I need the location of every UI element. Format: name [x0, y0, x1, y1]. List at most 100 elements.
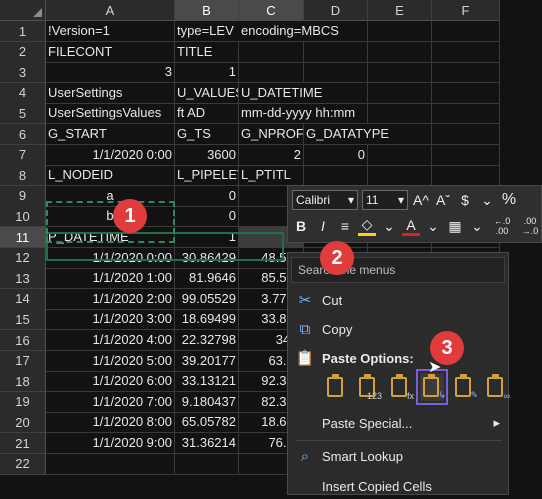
cell-b13[interactable]: 81.9646 [175, 268, 239, 290]
cell-a21[interactable]: 1/1/2020 9:00 [46, 433, 175, 455]
row-header[interactable]: 1 [0, 21, 46, 43]
cell-a14[interactable]: 1/1/2020 2:00 [46, 288, 175, 310]
cell-c5[interactable]: mm-dd-yyyy hh:mm [239, 103, 355, 125]
cell-b16[interactable]: 22.32798 [175, 330, 239, 352]
row-header[interactable]: 13 [0, 268, 46, 290]
row-header[interactable]: 15 [0, 309, 46, 331]
cell-f8[interactable] [432, 165, 500, 187]
column-header-a[interactable]: A [46, 0, 175, 21]
row-header[interactable]: 20 [0, 412, 46, 434]
cell-b14[interactable]: 99.05529 [175, 288, 239, 310]
percent-button[interactable]: % [500, 191, 518, 209]
cell-a4[interactable]: UserSettings [46, 82, 175, 104]
cell-d8[interactable] [304, 165, 368, 187]
paste-formulas-icon[interactable]: fx [388, 373, 414, 401]
cell-c4[interactable]: U_DATETIME [239, 83, 322, 104]
cell-a16[interactable]: 1/1/2020 4:00 [46, 330, 175, 352]
cell-a8[interactable]: L_NODEID [46, 165, 175, 187]
row-header[interactable]: 11 [0, 227, 46, 249]
cell-b18[interactable]: 33.13121 [175, 371, 239, 393]
cell-c8[interactable]: L_PTITL [239, 165, 304, 187]
cell-b10[interactable]: 0 [175, 206, 239, 228]
cell-b6[interactable]: G_TS [175, 124, 239, 146]
cell-a6[interactable]: G_START [46, 124, 175, 146]
cell-f6[interactable] [432, 124, 500, 146]
row-header[interactable]: 14 [0, 288, 46, 310]
font-color-button[interactable]: A [402, 217, 420, 236]
cell-a9[interactable]: a [46, 185, 175, 207]
row-header[interactable]: 7 [0, 144, 46, 166]
row-header[interactable]: 5 [0, 103, 46, 125]
chevron-down-icon[interactable]: ⌄ [478, 192, 496, 209]
column-header-b[interactable]: B [175, 0, 239, 21]
cell-b12[interactable]: 30.86429 [175, 247, 239, 269]
cell-b9[interactable]: 0 [175, 185, 239, 207]
borders-icon[interactable]: ▦ [446, 218, 464, 235]
column-header-c[interactable]: C [239, 0, 304, 21]
row-header[interactable]: 4 [0, 82, 46, 104]
cell-a10[interactable]: b [46, 206, 175, 228]
currency-button[interactable]: $ [456, 192, 474, 208]
cell-c6[interactable]: G_NPROFI [239, 124, 304, 146]
cell-e5[interactable] [368, 103, 432, 125]
cell-a7[interactable]: 1/1/2020 0:00 [46, 144, 175, 166]
increase-decimal-button[interactable]: ←.0 .00 [490, 216, 514, 236]
cell-a19[interactable]: 1/1/2020 7:00 [46, 391, 175, 413]
cell-a12[interactable]: 1/1/2020 0:00 [46, 247, 175, 269]
grow-font-button[interactable]: A^ [412, 192, 430, 208]
cell-a5[interactable]: UserSettingsValues [46, 103, 175, 125]
cell-a18[interactable]: 1/1/2020 6:00 [46, 371, 175, 393]
paste-transpose-icon[interactable]: ↳ [416, 369, 448, 405]
cell-b11[interactable]: 1 [175, 227, 239, 249]
chevron-down-icon[interactable]: ⌄ [424, 218, 442, 235]
align-center-icon[interactable]: ≡ [336, 218, 354, 234]
cell-a20[interactable]: 1/1/2020 8:00 [46, 412, 175, 434]
cell-b15[interactable]: 18.69499 [175, 309, 239, 331]
paste-link-icon[interactable]: ∞ [484, 373, 510, 401]
cell-e4[interactable] [368, 82, 432, 104]
cell-a2[interactable]: FILECONT [46, 41, 175, 63]
cell-b5[interactable]: ft AD [175, 103, 239, 125]
cell-a1[interactable]: !Version=1 [46, 21, 175, 43]
cell-a13[interactable]: 1/1/2020 1:00 [46, 268, 175, 290]
paste-special-menu-item[interactable]: Paste Special... ▸ [288, 410, 510, 436]
cell-b3[interactable]: 1 [175, 62, 239, 84]
decrease-decimal-button[interactable]: .00 →.0 [518, 216, 542, 236]
cell-e8[interactable] [368, 165, 432, 187]
cell-b19[interactable]: 9.180437 [175, 391, 239, 413]
cell-e3[interactable] [368, 62, 432, 84]
row-header[interactable]: 3 [0, 62, 46, 84]
cell-f1[interactable] [432, 21, 500, 43]
cell-b2[interactable]: TITLE [175, 41, 239, 63]
select-all-corner[interactable] [0, 0, 46, 21]
cell-a15[interactable]: 1/1/2020 3:00 [46, 309, 175, 331]
column-header-f[interactable]: F [432, 0, 500, 21]
row-header[interactable]: 12 [0, 247, 46, 269]
row-header[interactable]: 10 [0, 206, 46, 228]
insert-copied-cells-menu-item[interactable]: Insert Copied Cells [288, 473, 510, 499]
bold-button[interactable]: B [292, 218, 310, 234]
cell-d2[interactable] [304, 41, 368, 63]
cell-f3[interactable] [432, 62, 500, 84]
cut-menu-item[interactable]: ✂ Cut [288, 287, 510, 313]
cell-c1[interactable]: encoding=MBCS [239, 21, 339, 43]
cell-b22[interactable] [175, 453, 239, 475]
row-header[interactable]: 17 [0, 350, 46, 372]
cell-a3[interactable]: 3 [46, 62, 175, 84]
italic-button[interactable]: I [314, 218, 332, 234]
font-size-dropdown[interactable]: 11 ▾ [362, 190, 408, 210]
row-header[interactable]: 21 [0, 433, 46, 455]
chevron-down-icon[interactable]: ⌄ [468, 218, 486, 235]
cell-b20[interactable]: 65.05782 [175, 412, 239, 434]
row-header[interactable]: 6 [0, 124, 46, 146]
column-header-d[interactable]: D [304, 0, 368, 21]
cell-b21[interactable]: 31.36214 [175, 433, 239, 455]
cell-f2[interactable] [432, 41, 500, 63]
cell-f7[interactable] [432, 144, 500, 166]
row-header[interactable]: 19 [0, 391, 46, 413]
row-header[interactable]: 8 [0, 165, 46, 187]
cell-b17[interactable]: 39.20177 [175, 350, 239, 372]
row-header[interactable]: 18 [0, 371, 46, 393]
cell-e7[interactable] [368, 144, 432, 166]
paste-values-icon[interactable]: 123 [356, 373, 382, 401]
